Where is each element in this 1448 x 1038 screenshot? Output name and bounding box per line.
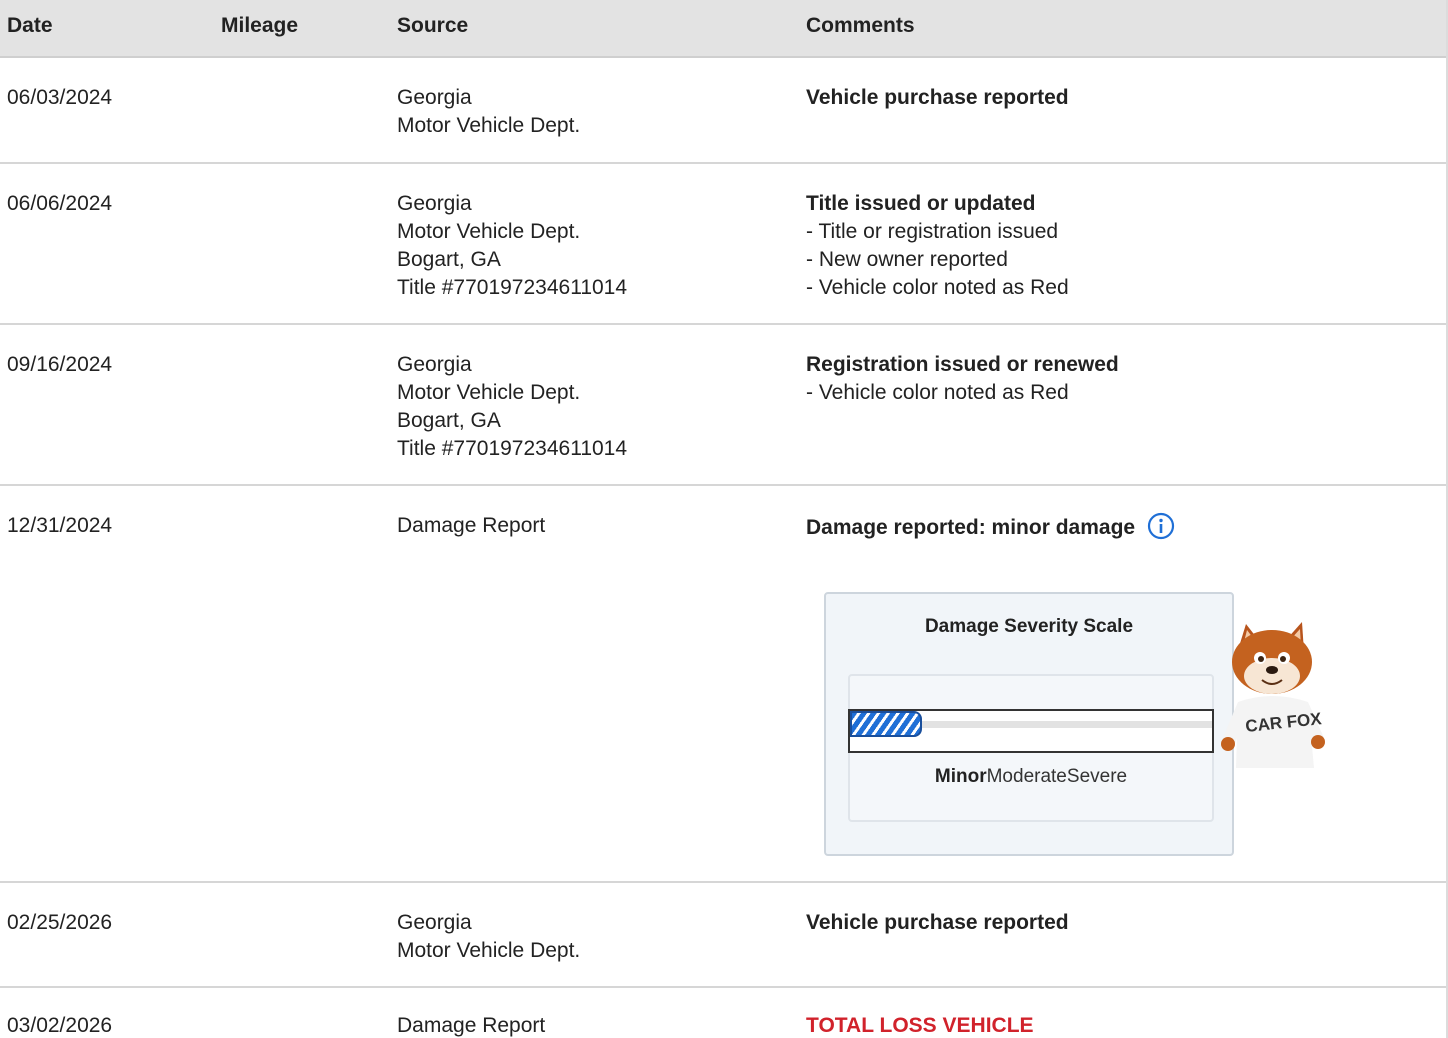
row-date: 06/06/2024 [7, 192, 113, 215]
row-source: Damage Report [397, 1012, 545, 1038]
comment-title: Vehicle purchase reported [806, 911, 1069, 934]
header-comments: Comments [806, 14, 915, 37]
source-line: Georgia [397, 192, 472, 215]
severity-title: Damage Severity Scale [924, 616, 1134, 637]
row-comments: Registration issued or renewed - Vehicle… [806, 351, 1119, 407]
comment-line: - Vehicle color noted as Red [806, 276, 1069, 299]
comment-title: Damage reported: minor damage [806, 516, 1136, 539]
source-line: Motor Vehicle Dept. [397, 114, 581, 137]
info-circle-icon[interactable] [1147, 512, 1175, 540]
source-line: Title #770197234611014 [397, 437, 628, 460]
source-line: Bogart, GA [397, 248, 501, 271]
row-date: 02/25/2026 [7, 911, 113, 934]
table-row: 02/25/2026 Georgia Motor Vehicle Dept. V… [0, 883, 1446, 988]
damage-severity-card: Damage Severity Scale MinorModerateSever… [824, 592, 1234, 856]
severity-fill-bar [850, 711, 922, 737]
table-header: Date Mileage Source Comments [0, 0, 1446, 58]
severity-label-minor: Minor [934, 766, 987, 787]
table-row: 03/02/2026 Damage Report TOTAL LOSS VEHI… [0, 988, 1446, 1038]
severity-label-moderate: Moderate [986, 766, 1067, 787]
table-row: 09/16/2024 Georgia Motor Vehicle Dept. B… [0, 325, 1446, 486]
table-row: 06/06/2024 Georgia Motor Vehicle Dept. B… [0, 164, 1446, 325]
severity-labels: MinorModerateSevere [850, 766, 1212, 788]
source-line: Georgia [397, 911, 472, 934]
comment-line: - Title or registration issued [806, 220, 1059, 243]
row-source: Georgia Motor Vehicle Dept. Bogart, GA T… [397, 351, 627, 463]
comment-line: - New owner reported [806, 248, 1008, 271]
row-date: 12/31/2024 [7, 514, 113, 537]
source-line: Damage Report [397, 1014, 546, 1037]
comment-title: Registration issued or renewed [806, 353, 1119, 376]
severity-label-severe: Severe [1066, 766, 1128, 787]
row-date: 06/03/2024 [7, 86, 113, 109]
source-line: Motor Vehicle Dept. [397, 220, 581, 243]
source-line: Motor Vehicle Dept. [397, 381, 581, 404]
table-row: 12/31/2024 Damage Report Damage reported… [0, 486, 1446, 883]
row-source: Georgia Motor Vehicle Dept. Bogart, GA T… [397, 190, 627, 302]
comment-title: Vehicle purchase reported [806, 86, 1069, 109]
row-date: 03/02/2026 [7, 1014, 113, 1037]
row-comments: TOTAL LOSS VEHICLE [806, 1012, 1034, 1038]
total-loss-label: TOTAL LOSS VEHICLE [806, 1014, 1034, 1037]
table-row: 06/03/2024 Georgia Motor Vehicle Dept. V… [0, 58, 1446, 164]
row-comments: Damage reported: minor damage [806, 512, 1175, 542]
row-source: Georgia Motor Vehicle Dept. [397, 84, 580, 140]
comment-line: - Vehicle color noted as Red [806, 381, 1069, 404]
header-source: Source [397, 14, 469, 37]
source-line: Damage Report [397, 514, 546, 537]
row-date: 09/16/2024 [7, 353, 113, 376]
source-line: Georgia [397, 86, 472, 109]
header-mileage: Mileage [221, 14, 299, 37]
row-source: Damage Report [397, 512, 545, 540]
carfox-mascot-icon: CAR FOX [1221, 622, 1325, 768]
row-comments: Title issued or updated - Title or regis… [806, 190, 1069, 302]
vehicle-history-table: Date Mileage Source Comments 06/03/2024 … [0, 0, 1448, 1038]
row-source: Georgia Motor Vehicle Dept. [397, 909, 580, 965]
severity-scale-panel: MinorModerateSevere [848, 674, 1214, 822]
source-line: Georgia [397, 353, 472, 376]
source-line: Bogart, GA [397, 409, 501, 432]
row-comments: Vehicle purchase reported [806, 909, 1069, 937]
header-date: Date [7, 14, 53, 37]
comment-title: Title issued or updated [806, 192, 1036, 215]
source-line: Motor Vehicle Dept. [397, 939, 581, 962]
source-line: Title #770197234611014 [397, 276, 628, 299]
row-comments: Vehicle purchase reported [806, 84, 1069, 112]
severity-track [848, 709, 1214, 753]
